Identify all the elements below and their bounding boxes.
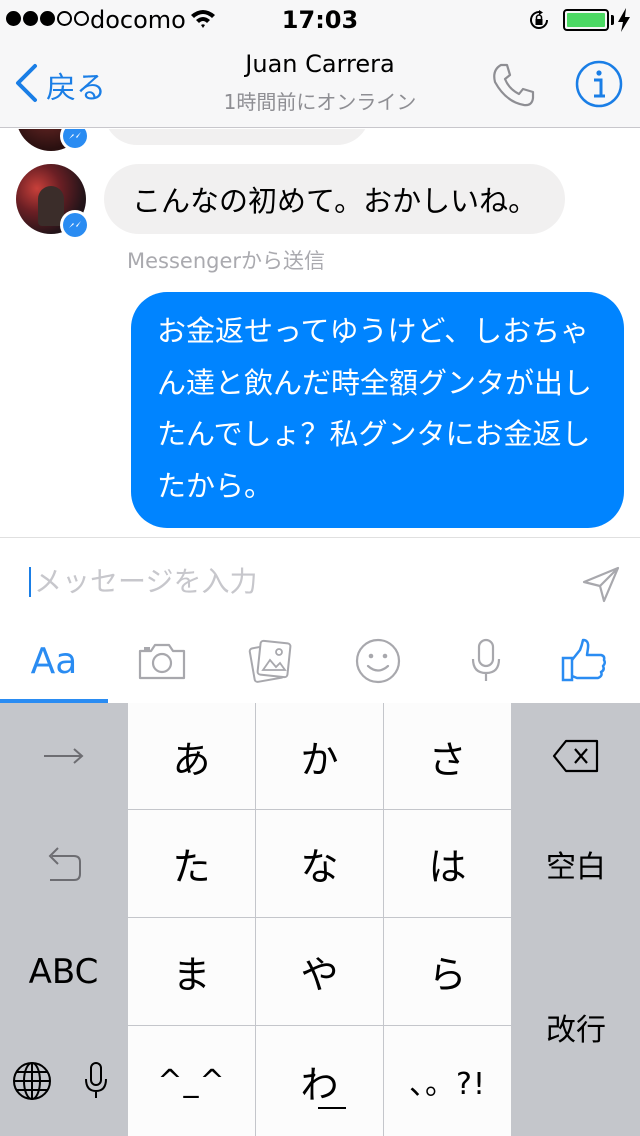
camera-icon (138, 643, 186, 680)
message-input[interactable] (34, 560, 554, 602)
dictation-key[interactable] (64, 1026, 127, 1136)
globe-icon (12, 1062, 51, 1100)
key-na[interactable]: な (256, 810, 383, 917)
camera-button[interactable] (122, 621, 202, 701)
like-icon (561, 638, 607, 682)
text-mode-label: Aa (30, 640, 78, 682)
japanese-keyboard: あ か さ た な は 空白 ABC ま や ら 改行 ^_^ わ 、。?! (0, 703, 640, 1136)
info-button[interactable] (574, 59, 624, 109)
delete-key[interactable] (512, 703, 640, 809)
globe-key[interactable] (0, 1026, 63, 1136)
key-ka[interactable]: か (256, 703, 383, 809)
key-a[interactable]: あ (128, 703, 255, 809)
gallery-icon (248, 639, 292, 683)
key-wa[interactable]: わ (256, 1026, 383, 1136)
message-bubble-incoming[interactable] (104, 129, 370, 145)
charging-icon (617, 8, 631, 38)
battery-level (567, 13, 605, 27)
send-icon (582, 566, 620, 603)
gallery-button[interactable] (230, 621, 310, 701)
phone-icon (493, 63, 535, 107)
return-key[interactable]: 改行 (512, 918, 640, 1136)
call-button[interactable] (488, 60, 538, 110)
message-composer (0, 537, 640, 621)
key-ha[interactable]: は (384, 810, 511, 917)
battery-icon (563, 9, 609, 31)
status-bar: docomo 17:03 (0, 0, 640, 40)
composer-tools: Aa (0, 621, 640, 703)
text-cursor (29, 567, 31, 597)
undo-icon (48, 846, 81, 881)
info-icon (575, 60, 623, 108)
undo-key[interactable] (0, 810, 127, 917)
key-ya[interactable]: や (256, 918, 383, 1025)
navigation-bar: 戻る Juan Carrera 1時間前にオンライン (0, 40, 640, 128)
message-list[interactable]: こんなの初めて。おかしいね。 Messengerから送信 お金返せってゆうけど、… (0, 129, 640, 537)
key-ta[interactable]: た (128, 810, 255, 917)
send-button[interactable] (581, 564, 621, 604)
emoji-icon (355, 638, 401, 684)
key-ra[interactable]: ら (384, 918, 511, 1025)
online-status: 1時間前にオンライン (223, 90, 417, 114)
arrow-right-icon (43, 748, 84, 764)
delete-icon (552, 739, 599, 773)
message-bubble-incoming[interactable]: こんなの初めて。おかしいね。 (104, 164, 566, 234)
space-key[interactable]: 空白 (512, 810, 640, 917)
key-punctuation[interactable]: 、。?! (384, 1026, 511, 1136)
messenger-badge-icon (60, 210, 90, 240)
key-sa[interactable]: さ (384, 703, 511, 809)
key-ma[interactable]: ま (128, 918, 255, 1025)
rotation-lock-icon (527, 8, 551, 38)
microphone-icon (471, 638, 501, 681)
sent-via-label: Messengerから送信 (127, 249, 326, 273)
key-emoticon[interactable]: ^_^ (128, 1026, 255, 1136)
text-mode-button[interactable]: Aa (14, 621, 94, 701)
conversation-title: Juan Carrera (245, 50, 395, 78)
message-bubble-outgoing[interactable]: お金返せってゆうけど、しおちゃん達と飲んだ時全額グンタが出したんでしょ？私グンタ… (131, 292, 624, 528)
abc-key[interactable]: ABC (0, 918, 127, 1025)
voice-message-button[interactable] (446, 621, 526, 701)
cursor-right-key[interactable] (0, 703, 127, 809)
microphone-icon (84, 1062, 107, 1098)
like-button[interactable] (544, 621, 624, 701)
emoji-button[interactable] (338, 621, 418, 701)
